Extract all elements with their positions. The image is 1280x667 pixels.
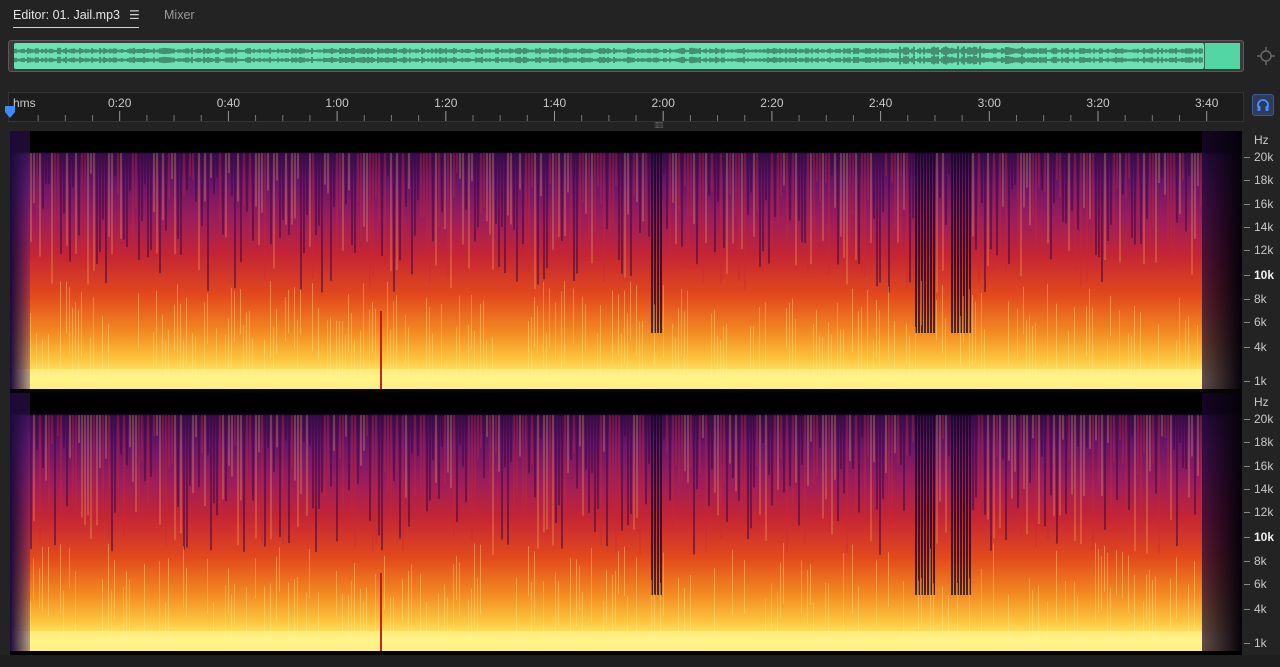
ruler-tick-label: 0:40	[216, 96, 241, 110]
ruler-tick-label: 3:00	[977, 96, 1001, 110]
frequency-tick-label: 20k	[1254, 150, 1274, 164]
frequency-tick-label: 1k	[1254, 374, 1267, 388]
frequency-tick-label: 4k	[1254, 340, 1267, 354]
ruler-tick-label: 0:20	[108, 96, 132, 110]
frequency-tick-label: 1k	[1254, 636, 1267, 650]
ruler-tick-label: 2:20	[760, 96, 784, 110]
frequency-tick-label: 8k	[1254, 292, 1267, 306]
frequency-axis-left[interactable]: Hz 20k 18k 16k 14k 12k 10k 8k 6k 4k 1k	[1244, 131, 1280, 389]
panel-menu-icon[interactable]: ☰	[129, 8, 140, 22]
spectrogram-channel-left[interactable]	[10, 131, 1242, 389]
panel-resize-grip[interactable]: ⁞⁞⁞⁞⁞⁞⁞	[654, 122, 682, 130]
tab-bar: Editor: 01. Jail.mp3 ☰ Mixer	[0, 0, 1280, 34]
frequency-tick-label: 8k	[1254, 554, 1267, 568]
tab-editor-label: Editor: 01. Jail.mp3	[13, 8, 120, 22]
headphones-icon[interactable]	[1252, 94, 1274, 116]
frequency-tick-mark	[1244, 609, 1250, 610]
spectral-display[interactable]	[10, 131, 1242, 655]
ruler-tick-label: 2:40	[868, 96, 893, 110]
frequency-tick-mark	[1244, 227, 1250, 228]
frequency-tick-mark	[1244, 489, 1250, 490]
horizontal-scrollbar[interactable]	[0, 655, 1280, 667]
frequency-tick-mark	[1244, 419, 1250, 420]
tab-editor[interactable]: Editor: 01. Jail.mp3 ☰	[13, 8, 140, 28]
frequency-tick-mark	[1244, 275, 1250, 276]
frequency-tick-label: 16k	[1254, 459, 1274, 473]
frequency-tick-label: 18k	[1254, 173, 1274, 187]
zoom-target-icon[interactable]	[1256, 46, 1276, 66]
overview-visible-range[interactable]	[14, 43, 1204, 69]
frequency-unit-label: Hz	[1254, 395, 1269, 409]
frequency-tick-mark	[1244, 537, 1250, 538]
frequency-tick-mark	[1244, 347, 1250, 348]
ruler-tick-marks	[37, 111, 1208, 121]
frequency-tick-label: 18k	[1254, 435, 1274, 449]
frequency-tick-label: 12k	[1254, 505, 1274, 519]
spectrogram-lead-in	[10, 393, 30, 651]
spectrogram-texture	[10, 415, 1202, 651]
frequency-tick-mark	[1244, 584, 1250, 585]
ruler-tick-label: 1:20	[434, 96, 458, 110]
frequency-tick-mark	[1244, 512, 1250, 513]
frequency-tick-mark	[1244, 442, 1250, 443]
overview-waveform	[14, 46, 1203, 65]
frequency-tick-label: 4k	[1254, 602, 1267, 616]
spectrogram-lead-in	[10, 131, 30, 389]
spectrogram-fade-out	[1202, 393, 1242, 651]
frequency-tick-label: 16k	[1254, 197, 1274, 211]
frequency-tick-mark	[1244, 466, 1250, 467]
frequency-tick-mark	[1244, 381, 1250, 382]
frequency-tick-mark	[1244, 299, 1250, 300]
frequency-tick-mark	[1244, 157, 1250, 158]
ruler-tick-label: 1:40	[542, 96, 567, 110]
frequency-tick-label: 10k	[1254, 268, 1275, 282]
ruler-tick-label: 1:00	[325, 96, 349, 110]
overview-navigator[interactable]	[8, 40, 1244, 72]
frequency-tick-label: 14k	[1254, 220, 1274, 234]
tab-mixer[interactable]: Mixer	[164, 8, 195, 28]
frequency-tick-label: 10k	[1254, 530, 1275, 544]
frequency-tick-mark	[1244, 204, 1250, 205]
spectrogram-fade-out	[1202, 131, 1242, 389]
frequency-axis-right[interactable]: Hz 20k 18k 16k 14k 12k 10k 8k 6k 4k 1k	[1244, 393, 1280, 651]
frequency-tick-mark	[1244, 180, 1250, 181]
frequency-tick-mark	[1244, 250, 1250, 251]
frequency-tick-label: 14k	[1254, 482, 1274, 496]
frequency-tick-label: 6k	[1254, 315, 1267, 329]
time-ruler[interactable]: hms 0:20 0:40 1:00 1:20 1:40 2:00 2:20 2:40 3:00…	[8, 92, 1244, 122]
ruler-tick-label: 3:40	[1195, 96, 1219, 110]
frequency-tick-mark	[1244, 643, 1250, 644]
spectrogram-channel-right[interactable]	[10, 393, 1242, 651]
ruler-tick-label: 3:20	[1086, 96, 1110, 110]
frequency-tick-mark	[1244, 561, 1250, 562]
ruler-tick-label: 2:00	[651, 96, 675, 110]
frequency-tick-label: 20k	[1254, 412, 1274, 426]
frequency-tick-label: 6k	[1254, 577, 1267, 591]
frequency-tick-mark	[1244, 322, 1250, 323]
overview-unselected-range	[1204, 43, 1240, 69]
frequency-tick-label: 12k	[1254, 243, 1274, 257]
frequency-unit-label: Hz	[1254, 133, 1269, 147]
playhead-marker-icon[interactable]	[4, 105, 16, 119]
spectrogram-texture	[10, 153, 1202, 389]
